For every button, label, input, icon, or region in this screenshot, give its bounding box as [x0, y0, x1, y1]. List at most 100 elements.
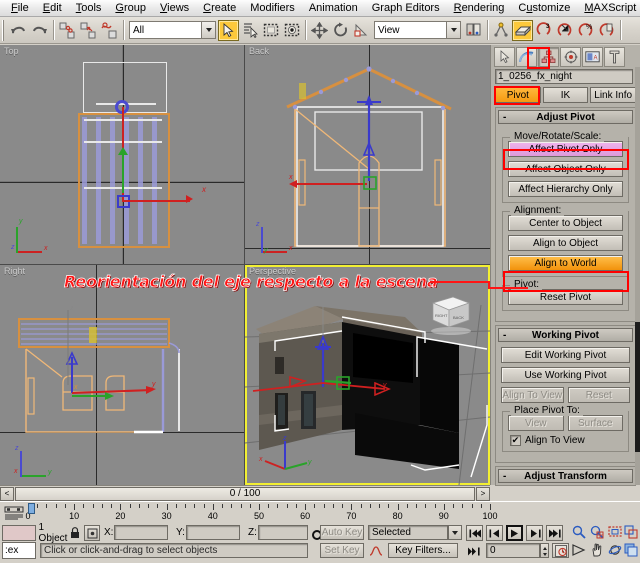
go-to-start-icon[interactable]: [466, 525, 483, 541]
select-and-scale-icon[interactable]: [351, 20, 372, 41]
affect-pivot-only-button[interactable]: Affect Pivot Only: [508, 141, 623, 157]
chevron-down-icon[interactable]: [201, 21, 216, 39]
viewport-label-top[interactable]: Top: [4, 46, 19, 56]
reference-coordinate-combo[interactable]: View: [374, 21, 461, 39]
viewport-back[interactable]: Back: [245, 45, 490, 264]
modify-rainbow-icon[interactable]: [516, 47, 537, 67]
subtab-link-info[interactable]: Link Info: [590, 87, 636, 103]
zoom-extents-all-icon[interactable]: [624, 525, 640, 541]
current-frame-input[interactable]: 0: [486, 543, 540, 558]
key-filters-button[interactable]: Key Filters...: [388, 543, 458, 558]
menu-create[interactable]: Create: [196, 0, 243, 16]
mirror-icon[interactable]: [512, 20, 533, 41]
command-panel-scroll-thumb[interactable]: [635, 322, 640, 452]
subtab-ik[interactable]: IK: [543, 87, 589, 103]
percent-snap-toggle-icon[interactable]: %: [575, 20, 596, 41]
reference-coordinate-value[interactable]: View: [374, 21, 446, 39]
menu-animation[interactable]: Animation: [302, 0, 365, 16]
maxscript-listener-pink[interactable]: [2, 525, 36, 541]
zoom-extents-icon[interactable]: [608, 525, 624, 541]
previous-frame-arrow[interactable]: <: [0, 487, 14, 501]
status-bar[interactable]: :ex 1 Object X: Y: Z: Click or click-and…: [0, 524, 640, 563]
menu-customize[interactable]: Customize: [511, 0, 577, 16]
menu-graph-editors[interactable]: Graph Editors: [365, 0, 447, 16]
previous-frame-icon[interactable]: [486, 525, 503, 541]
reset-pivot-button[interactable]: Reset Pivot: [508, 289, 623, 305]
object-name-input[interactable]: [495, 69, 633, 84]
redo-icon[interactable]: [29, 20, 50, 41]
time-slider-marker[interactable]: [28, 503, 35, 514]
object-name-row[interactable]: [495, 69, 637, 84]
frame-spinner[interactable]: [540, 543, 549, 558]
main-toolbar[interactable]: All: [0, 17, 640, 44]
chevron-down-icon[interactable]: [446, 21, 461, 39]
reset-working-pivot-button[interactable]: Reset: [568, 387, 631, 403]
undo-icon[interactable]: [8, 20, 29, 41]
time-ruler[interactable]: 0102030405060708090100: [28, 504, 490, 524]
viewport-label-back[interactable]: Back: [249, 46, 269, 56]
command-panel-scrollbar[interactable]: [635, 67, 640, 485]
affect-hierarchy-only-button[interactable]: Affect Hierarchy Only: [508, 181, 623, 197]
set-key-button[interactable]: Set Key: [320, 543, 364, 558]
subtab-pivot[interactable]: Pivot: [495, 87, 541, 103]
toolbar-grip[interactable]: [2, 20, 6, 41]
maxscript-listener-input[interactable]: :ex: [2, 542, 36, 559]
checkbox-mark[interactable]: ✔: [510, 435, 521, 446]
align-to-view-checkbox[interactable]: ✔ Align To View: [508, 435, 623, 446]
auto-key-button[interactable]: Auto Key: [320, 525, 364, 540]
affect-object-only-button[interactable]: Affect Object Only: [508, 161, 623, 177]
rollout-adjust-pivot[interactable]: - Adjust Pivot Move/Rotate/Scale: Affect…: [495, 107, 636, 322]
menu-rendering[interactable]: Rendering: [447, 0, 512, 16]
menu-views[interactable]: Views: [153, 0, 196, 16]
menu-file[interactable]: File: [4, 0, 36, 16]
rollout-toggle-icon[interactable]: -: [503, 112, 506, 123]
edit-working-pivot-button[interactable]: Edit Working Pivot: [501, 347, 630, 363]
spinner-snap-toggle-icon[interactable]: [596, 20, 617, 41]
key-filter-curve-icon[interactable]: [368, 543, 384, 558]
center-to-object-button[interactable]: Center to Object: [508, 215, 623, 231]
hierarchy-subtabs[interactable]: Pivot IK Link Info: [495, 87, 636, 103]
use-working-pivot-button[interactable]: Use Working Pivot: [501, 367, 630, 383]
rollout-toggle-icon[interactable]: -: [503, 330, 506, 341]
align-to-view-button[interactable]: Align To View: [501, 387, 564, 403]
next-frame-icon[interactable]: [526, 525, 543, 541]
rectangular-selection-region-icon[interactable]: [260, 20, 281, 41]
select-object-icon[interactable]: [218, 20, 239, 41]
selection-filter-value[interactable]: All: [129, 21, 201, 39]
menu-modifiers[interactable]: Modifiers: [243, 0, 302, 16]
absolute-relative-transform-icon[interactable]: [84, 525, 100, 541]
window-crossing-icon[interactable]: [281, 20, 302, 41]
hierarchy-icon[interactable]: [538, 47, 559, 67]
coord-y-input[interactable]: [186, 525, 240, 540]
coord-z-input[interactable]: [258, 525, 308, 540]
rollout-header-adjust-pivot[interactable]: - Adjust Pivot: [498, 110, 633, 124]
timeline-ruler-row[interactable]: 0102030405060708090100: [0, 501, 640, 524]
zoom-all-icon[interactable]: [590, 525, 606, 541]
viewport-area[interactable]: Top x x y z Back: [0, 45, 490, 485]
rollout-header-adjust-transform[interactable]: - Adjust Transform: [498, 469, 633, 483]
menu-maxscript[interactable]: MAXScript: [577, 0, 640, 16]
chevron-down-icon[interactable]: [448, 525, 462, 540]
align-to-object-button[interactable]: Align to Object: [508, 235, 623, 251]
go-to-end-icon[interactable]: [546, 525, 563, 541]
viewport-perspective[interactable]: Perspective: [245, 265, 490, 485]
viewport-top[interactable]: Top x x y z: [0, 45, 244, 264]
key-mode-toggle-icon[interactable]: [466, 544, 483, 558]
bind-to-space-warp-icon[interactable]: [99, 20, 120, 41]
lock-selection-icon[interactable]: [68, 526, 81, 540]
time-configuration-icon[interactable]: [552, 543, 569, 558]
menu-edit[interactable]: Edit: [36, 0, 69, 16]
selection-filter-combo[interactable]: All: [129, 21, 216, 39]
zoom-icon[interactable]: [572, 525, 588, 541]
field-of-view-icon[interactable]: [572, 543, 588, 559]
track-bar-row[interactable]: < 0 / 100 >: [0, 485, 490, 501]
command-panel-tabs[interactable]: A: [491, 45, 640, 67]
track-view-icon[interactable]: [4, 505, 24, 522]
place-pivot-view-button[interactable]: View: [508, 415, 564, 431]
current-frame-display[interactable]: 0 / 100: [15, 487, 475, 501]
maximize-viewport-toggle-icon[interactable]: [624, 543, 640, 559]
orbit-icon[interactable]: [608, 543, 624, 559]
rollout-adjust-transform[interactable]: - Adjust Transform: [495, 466, 636, 486]
rollout-working-pivot[interactable]: - Working Pivot Edit Working Pivot Use W…: [495, 325, 636, 463]
menu-bar[interactable]: File Edit Tools Group Views Create Modif…: [0, 0, 640, 17]
